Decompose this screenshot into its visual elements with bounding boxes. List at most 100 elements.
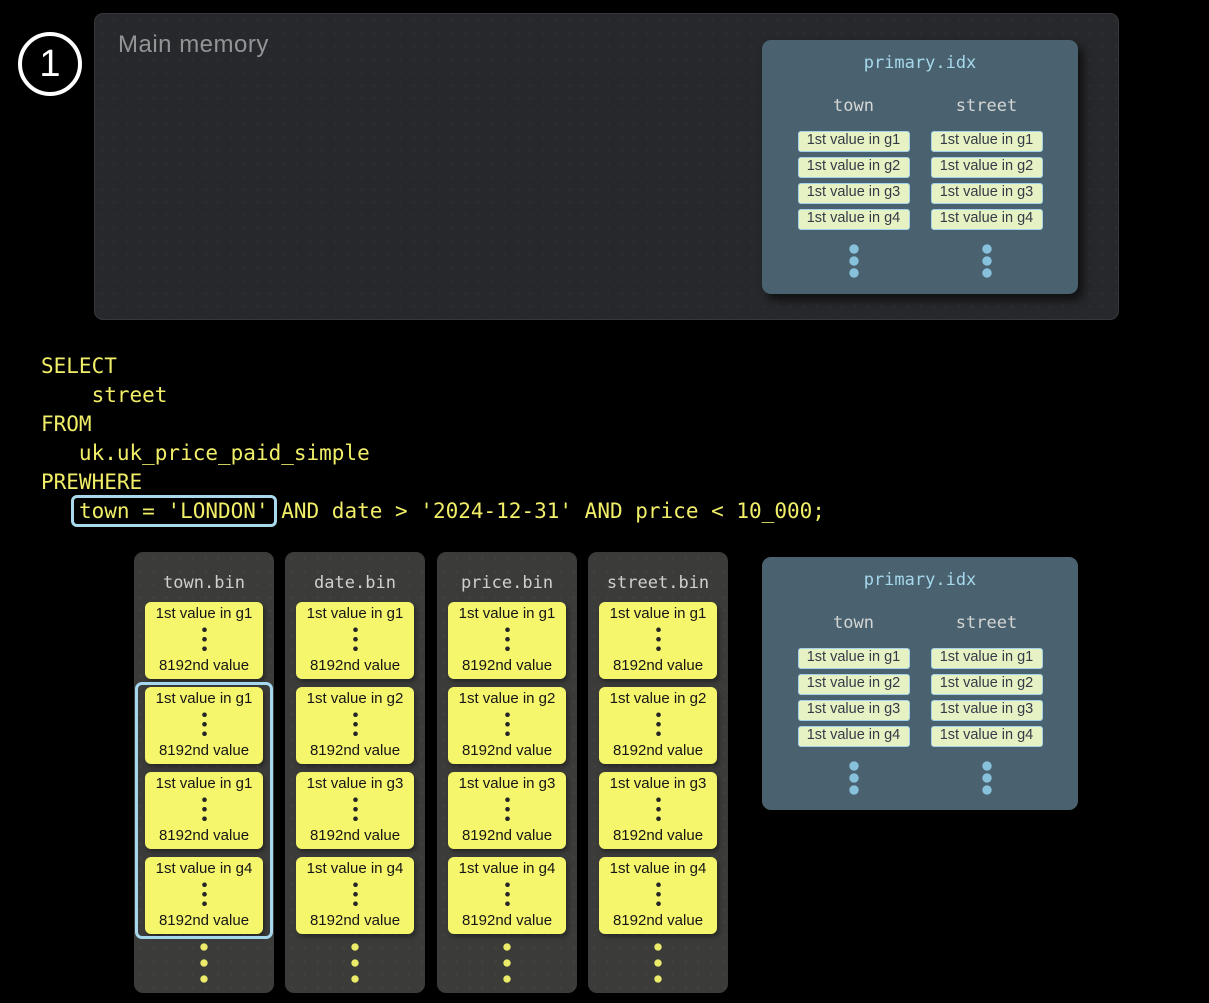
granule-list-date: 1st value in g1 8192nd value 1st value i… bbox=[285, 602, 425, 934]
ellipsis-icon bbox=[654, 939, 662, 986]
index-entry-chip: 1st value in g3 bbox=[798, 700, 910, 721]
ellipsis-icon bbox=[353, 710, 358, 739]
granule-first-value: 1st value in g1 bbox=[459, 605, 556, 622]
granule-block: 1st value in g2 8192nd value bbox=[448, 687, 566, 764]
index-column-header-town: town bbox=[787, 613, 920, 633]
granule-block: 1st value in g4 8192nd value bbox=[448, 857, 566, 934]
granule-block: 1st value in g3 8192nd value bbox=[296, 772, 414, 849]
index-entry-chip: 1st value in g4 bbox=[798, 209, 910, 230]
index-entries-town: 1st value in g1 1st value in g2 1st value … bbox=[787, 131, 920, 230]
main-memory-title: Main memory bbox=[118, 31, 269, 59]
granule-first-value: 1st value in g2 bbox=[459, 690, 556, 707]
granule-last-value: 8192nd value bbox=[613, 742, 703, 759]
granule-block: 1st value in g1 8192nd value bbox=[599, 602, 717, 679]
index-entry-chip: 1st value in g4 bbox=[798, 726, 910, 747]
granule-last-value: 8192nd value bbox=[159, 742, 249, 759]
index-entries-town: 1st value in g11st value in g21st value … bbox=[787, 648, 920, 747]
index-entry-chip: 1st value in g1 bbox=[798, 131, 910, 152]
granule-first-value: 1st value in g4 bbox=[307, 860, 404, 877]
granule-block: 1st value in g3 8192nd value bbox=[448, 772, 566, 849]
ellipsis-icon bbox=[202, 795, 207, 824]
ellipsis-icon bbox=[849, 243, 859, 279]
ellipsis-icon bbox=[353, 795, 358, 824]
primary-idx-title: primary.idx bbox=[762, 40, 1078, 73]
ellipsis-icon bbox=[200, 939, 208, 986]
granule-last-value: 8192nd value bbox=[462, 827, 552, 844]
granule-list-town: 1st value in g1 8192nd value 1st value i… bbox=[134, 602, 274, 934]
granule-last-value: 8192nd value bbox=[462, 657, 552, 674]
ellipsis-icon bbox=[351, 939, 359, 986]
bin-column-town: town.bin 1st value in g1 8192nd value 1s… bbox=[134, 552, 274, 993]
granule-block: 1st value in g1 8192nd value bbox=[145, 687, 263, 764]
sql-line: FROM bbox=[41, 410, 825, 439]
ellipsis-icon bbox=[202, 710, 207, 739]
sql-filter-rest: AND date > '2024-12-31' AND price < 10_0… bbox=[269, 499, 825, 523]
granule-first-value: 1st value in g4 bbox=[459, 860, 556, 877]
granule-last-value: 8192nd value bbox=[159, 827, 249, 844]
index-entry-chip: 1st value in g4 bbox=[931, 209, 1043, 230]
bin-column-title: date.bin bbox=[285, 552, 425, 594]
ellipsis-icon bbox=[656, 710, 661, 739]
granule-last-value: 8192nd value bbox=[310, 912, 400, 929]
granule-first-value: 1st value in g1 bbox=[156, 690, 253, 707]
bin-column-title: town.bin bbox=[134, 552, 274, 594]
granule-last-value: 8192nd value bbox=[159, 912, 249, 929]
granule-first-value: 1st value in g1 bbox=[156, 605, 253, 622]
granule-last-value: 8192nd value bbox=[310, 827, 400, 844]
step-number: 1 bbox=[39, 43, 60, 86]
granule-block: 1st value in g1 8192nd value bbox=[145, 602, 263, 679]
index-entry-chip: 1st value in g3 bbox=[798, 183, 910, 204]
granule-last-value: 8192nd value bbox=[310, 657, 400, 674]
index-entry-chip: 1st value in g1 bbox=[798, 648, 910, 669]
granule-first-value: 1st value in g3 bbox=[610, 775, 707, 792]
granule-first-value: 1st value in g1 bbox=[307, 605, 404, 622]
granule-last-value: 8192nd value bbox=[310, 742, 400, 759]
ellipsis-icon bbox=[202, 625, 207, 654]
granule-first-value: 1st value in g1 bbox=[156, 775, 253, 792]
sql-line: PREWHERE bbox=[41, 468, 825, 497]
ellipsis-icon bbox=[656, 880, 661, 909]
ellipsis-icon bbox=[656, 625, 661, 654]
granule-block: 1st value in g4 8192nd value bbox=[296, 857, 414, 934]
index-entry-chip: 1st value in g2 bbox=[931, 674, 1043, 695]
granule-first-value: 1st value in g3 bbox=[459, 775, 556, 792]
primary-idx-title: primary.idx bbox=[762, 557, 1078, 590]
ellipsis-icon bbox=[505, 880, 510, 909]
ellipsis-icon bbox=[503, 939, 511, 986]
granule-block: 1st value in g1 8192nd value bbox=[448, 602, 566, 679]
index-entry-chip: 1st value in g1 bbox=[931, 648, 1043, 669]
primary-idx-columns: town 1st value in g1 1st value in g2 1st v… bbox=[762, 590, 1078, 796]
bin-column-title: price.bin bbox=[437, 552, 577, 594]
index-column-town: town 1st value in g11st value in g21st v… bbox=[787, 590, 920, 796]
index-column-street: street 1st value in g11st value in g21st… bbox=[920, 590, 1053, 796]
sql-line: SELECT bbox=[41, 352, 825, 381]
ellipsis-icon bbox=[353, 625, 358, 654]
bin-column-title: street.bin bbox=[588, 552, 728, 594]
index-entry-chip: 1st value in g3 bbox=[931, 700, 1043, 721]
granule-block: 1st value in g3 8192nd value bbox=[599, 772, 717, 849]
ellipsis-icon bbox=[656, 795, 661, 824]
granule-first-value: 1st value in g2 bbox=[610, 690, 707, 707]
granule-block: 1st value in g2 8192nd value bbox=[599, 687, 717, 764]
granule-last-value: 8192nd value bbox=[462, 912, 552, 929]
sql-query: SELECT streetFROM uk.uk_price_paid_simpl… bbox=[41, 352, 825, 526]
granule-last-value: 8192nd value bbox=[462, 742, 552, 759]
granule-first-value: 1st value in g2 bbox=[307, 690, 404, 707]
primary-idx-columns: town 1st value in g11st value in g21st v… bbox=[762, 73, 1078, 279]
primary-idx-box-memory: primary.idx town 1st value in g11st valu… bbox=[762, 40, 1078, 294]
bin-column-date: date.bin 1st value in g1 8192nd value 1s… bbox=[285, 552, 425, 993]
granule-block: 1st value in g1 8192nd value bbox=[145, 772, 263, 849]
index-entry-chip: 1st value in g2 bbox=[798, 157, 910, 178]
sql-filter-line: town = 'LONDON' AND date > '2024-12-31' … bbox=[41, 497, 825, 526]
index-entry-chip: 1st value in g1 bbox=[931, 131, 1043, 152]
granule-first-value: 1st value in g3 bbox=[307, 775, 404, 792]
ellipsis-icon bbox=[505, 795, 510, 824]
index-column-town: town 1st value in g11st value in g21st v… bbox=[787, 73, 920, 279]
granule-list-street: 1st value in g1 8192nd value 1st value i… bbox=[588, 602, 728, 934]
granule-last-value: 8192nd value bbox=[159, 657, 249, 674]
index-entries-street: 1st value in g11st value in g21st value … bbox=[920, 131, 1053, 230]
granule-block: 1st value in g4 8192nd value bbox=[145, 857, 263, 934]
index-entries-street: 1st value in g1 1st value in g2 1st value … bbox=[920, 648, 1053, 747]
granule-block: 1st value in g1 8192nd value bbox=[296, 602, 414, 679]
index-column-header-street: street bbox=[920, 96, 1053, 116]
